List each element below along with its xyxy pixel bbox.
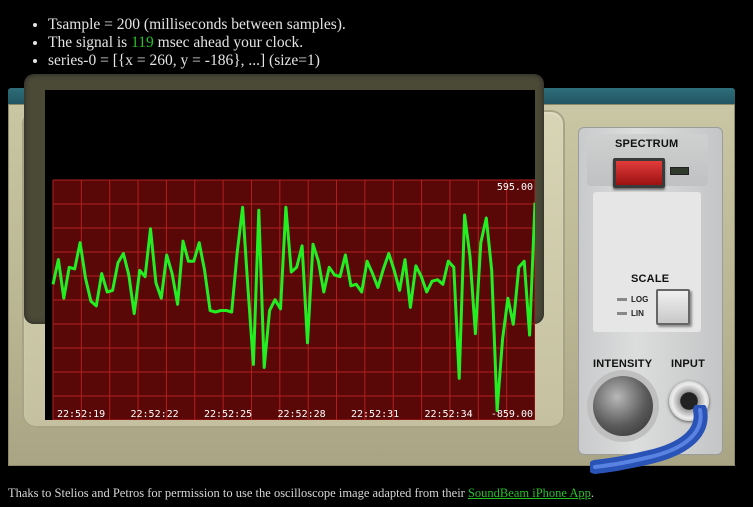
time-tick-label: 22:52:22 bbox=[131, 409, 179, 420]
min-value-label: -859.00 bbox=[491, 409, 533, 420]
spectrum-button[interactable] bbox=[613, 158, 665, 188]
time-tick-label: 22:52:19 bbox=[57, 409, 105, 420]
lin-tick bbox=[617, 312, 627, 315]
spectrum-label: SPECTRUM bbox=[615, 138, 679, 150]
lin-option[interactable]: LIN bbox=[631, 309, 644, 318]
oscilloscope-screen: 595.00 -859.00 22:52:19 22:52:22 22:52:25 22:… bbox=[45, 90, 535, 420]
waveform-chart: 595.00 -859.00 22:52:19 22:52:22 22:52:25 22:… bbox=[45, 90, 535, 420]
log-option[interactable]: LOG bbox=[631, 295, 648, 304]
spectrum-indicator bbox=[670, 167, 689, 175]
time-tick-label: 22:52:34 bbox=[425, 409, 473, 420]
series-info: series-0 = [{x = 260, y = -186}, ...] (s… bbox=[48, 52, 346, 70]
time-tick-label: 22:52:31 bbox=[351, 409, 399, 420]
scale-toggle-button[interactable] bbox=[656, 289, 690, 325]
footer-credit: Thaks to Stelios and Petros for permissi… bbox=[8, 486, 595, 500]
time-tick-label: 22:52:28 bbox=[278, 409, 326, 420]
signal-offset-value: 119 bbox=[131, 34, 154, 51]
log-tick bbox=[617, 298, 627, 301]
intensity-label: INTENSITY bbox=[593, 358, 653, 370]
sample-info: Tsample = 200 (milliseconds between samp… bbox=[48, 16, 346, 34]
signal-info: The signal is 119 msec ahead your clock. bbox=[48, 34, 346, 52]
time-tick-label: 22:52:25 bbox=[204, 409, 252, 420]
scale-label: SCALE bbox=[631, 273, 670, 285]
input-cable bbox=[590, 405, 708, 474]
soundbeam-link[interactable]: SoundBeam iPhone App bbox=[468, 486, 591, 500]
max-value-label: 595.00 bbox=[497, 182, 533, 193]
input-label: INPUT bbox=[671, 358, 705, 370]
info-list: Tsample = 200 (milliseconds between samp… bbox=[8, 16, 346, 70]
